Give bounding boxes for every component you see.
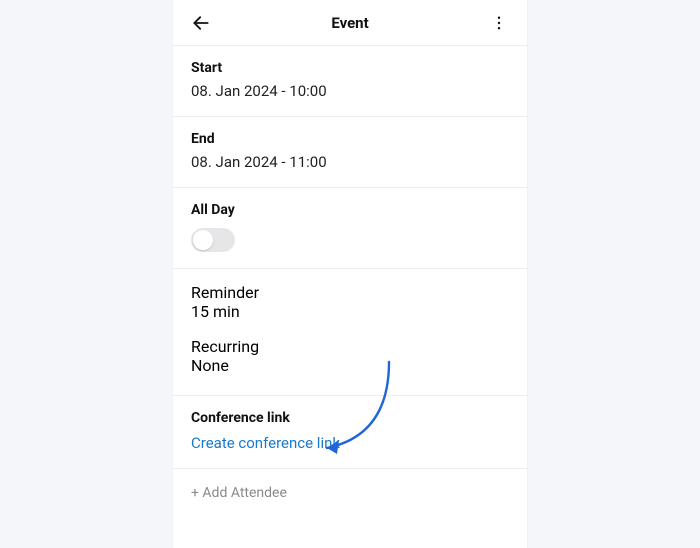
header-bar: Event [173, 0, 527, 46]
reminder-row[interactable]: Reminder 15 min [191, 283, 509, 337]
arrow-left-icon [191, 13, 211, 33]
recurring-value: None [191, 356, 509, 375]
toggle-knob [193, 230, 213, 250]
more-button[interactable] [485, 9, 513, 37]
reminder-label: Reminder [191, 283, 509, 302]
conference-link-label: Conference link [191, 410, 509, 426]
all-day-row: All Day [173, 188, 527, 269]
all-day-toggle[interactable] [191, 228, 235, 252]
reminder-value: 15 min [191, 302, 509, 321]
end-value: 08. Jan 2024 - 11:00 [191, 153, 509, 171]
event-screen: Event Start 08. Jan 2024 - 10:00 End 08.… [173, 0, 527, 548]
more-vertical-icon [490, 14, 508, 32]
end-label: End [191, 131, 509, 147]
recurring-row[interactable]: Recurring None [191, 337, 509, 391]
start-row[interactable]: Start 08. Jan 2024 - 10:00 [173, 46, 527, 117]
page-title: Event [173, 14, 527, 32]
reminder-recurring-block: Reminder 15 min Recurring None [173, 269, 527, 396]
conference-link-row: Conference link Create conference link [173, 396, 527, 469]
all-day-label: All Day [191, 202, 509, 218]
start-value: 08. Jan 2024 - 10:00 [191, 82, 509, 100]
back-button[interactable] [187, 9, 215, 37]
recurring-label: Recurring [191, 337, 509, 356]
add-attendee-button[interactable]: + Add Attendee [173, 469, 527, 517]
create-conference-link[interactable]: Create conference link [191, 434, 509, 452]
end-row[interactable]: End 08. Jan 2024 - 11:00 [173, 117, 527, 188]
start-label: Start [191, 60, 509, 76]
